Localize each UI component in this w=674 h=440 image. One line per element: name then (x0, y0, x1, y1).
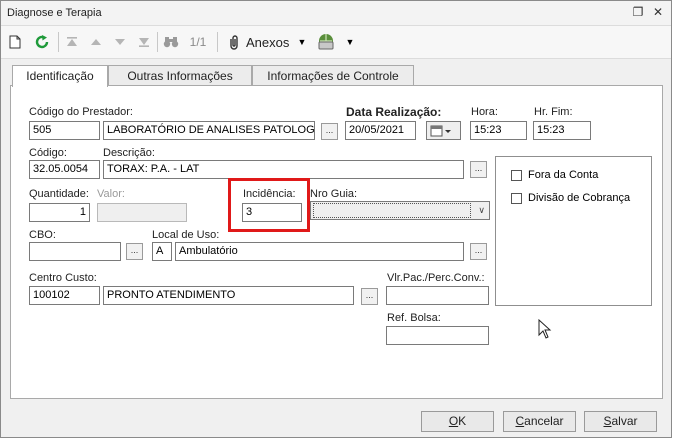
anexos-button[interactable]: Anexos (246, 33, 294, 51)
cbo-lookup-button[interactable]: ... (126, 243, 143, 260)
codigo-prestador-label: Código do Prestador: (29, 106, 133, 118)
vlr-pac-field[interactable] (386, 286, 489, 305)
tab-container: Identificação Outras Informações Informa… (10, 65, 664, 399)
tab-outras-informacoes[interactable]: Outras Informações (108, 65, 252, 85)
last-record-icon[interactable] (136, 33, 152, 51)
codigo-label: Código: (29, 147, 67, 159)
incidencia-field[interactable]: 3 (242, 203, 302, 222)
toolbar: 1/1 Anexos ▼ ▼ (1, 26, 671, 59)
calendar-icon (430, 125, 451, 137)
nro-guia-combo[interactable]: ∨ (310, 201, 490, 220)
divisao-cobranca-checkbox[interactable]: Divisão de Cobrança (511, 192, 630, 204)
close-icon[interactable]: ✕ (651, 5, 665, 19)
descricao-lookup-button[interactable]: ... (470, 161, 487, 178)
first-record-icon[interactable] (64, 33, 80, 51)
printer-globe-icon[interactable] (315, 33, 337, 51)
paperclip-icon[interactable] (225, 33, 243, 51)
hr-fim-label: Hr. Fim: (534, 106, 573, 118)
new-document-icon[interactable] (7, 33, 23, 51)
vlr-pac-label: Vlr.Pac./Perc.Conv.: (387, 272, 485, 284)
restore-icon[interactable]: ❐ (631, 5, 645, 19)
cbo-label: CBO: (29, 229, 56, 241)
prestador-nome-field[interactable]: LABORATÓRIO DE ANALISES PATOLOGI (103, 121, 315, 140)
ref-bolsa-field[interactable] (386, 326, 489, 345)
divisao-cobranca-box[interactable] (511, 192, 522, 204)
cbo-field[interactable] (29, 242, 121, 261)
valor-field (97, 203, 187, 222)
nro-guia-label: Nro Guia: (310, 188, 358, 200)
data-realizacao-field[interactable]: 20/05/2021 (345, 121, 416, 140)
window-title: Diagnose e Terapia (7, 7, 102, 19)
centro-custo-lookup-button[interactable]: ... (361, 288, 378, 305)
local-uso-field[interactable]: Ambulatório (175, 242, 464, 261)
print-dropdown-icon[interactable]: ▼ (345, 33, 355, 51)
local-uso-lookup-button[interactable]: ... (470, 243, 487, 260)
fora-conta-box[interactable] (511, 169, 522, 181)
next-record-icon[interactable] (112, 33, 128, 51)
divisao-cobranca-label: Divisão de Cobrança (528, 192, 631, 204)
cancelar-button[interactable]: Cancelar (503, 411, 576, 432)
mouse-cursor-icon (538, 319, 552, 339)
previous-record-icon[interactable] (88, 33, 104, 51)
local-uso-label: Local de Uso: (152, 229, 220, 241)
hora-field[interactable]: 15:23 (470, 121, 527, 140)
descricao-field[interactable]: TORAX: P.A. - LAT (103, 160, 464, 179)
ref-bolsa-label: Ref. Bolsa: (387, 312, 441, 324)
record-counter: 1/1 (189, 35, 207, 49)
fora-conta-label: Fora da Conta (528, 169, 599, 181)
quantidade-label: Quantidade: (29, 188, 89, 200)
valor-label: Valor: (97, 188, 125, 200)
hora-label: Hora: (471, 106, 498, 118)
centro-custo-label: Centro Custo: (29, 272, 97, 284)
local-uso-code-field[interactable]: A (152, 242, 172, 261)
quantidade-field[interactable]: 1 (29, 203, 90, 222)
dialog-window: Diagnose e Terapia ❐ ✕ 1/1 Anexos ▼ ▼ Id… (0, 0, 672, 438)
tab-informacoes-controle[interactable]: Informações de Controle (252, 65, 414, 85)
ok-button[interactable]: OK (421, 411, 494, 432)
fora-conta-checkbox[interactable]: Fora da Conta (511, 169, 598, 181)
identificacao-panel: Código do Prestador: 505 LABORATÓRIO DE … (10, 85, 663, 399)
title-bar: Diagnose e Terapia ❐ ✕ (1, 1, 671, 26)
calendar-dropdown[interactable] (426, 121, 461, 140)
data-realizacao-label: Data Realização: (346, 105, 442, 119)
chevron-down-icon: ∨ (478, 205, 485, 215)
binoculars-icon[interactable] (162, 33, 180, 51)
hr-fim-field[interactable]: 15:23 (533, 121, 591, 140)
codigo-field[interactable]: 32.05.0054 (29, 160, 100, 179)
descricao-label: Descrição: (103, 147, 155, 159)
centro-custo-code-field[interactable]: 100102 (29, 286, 100, 305)
anexos-dropdown-icon[interactable]: ▼ (297, 33, 307, 51)
codigo-prestador-field[interactable]: 505 (29, 121, 100, 140)
incidencia-label: Incidência: (243, 188, 296, 200)
salvar-button[interactable]: Salvar (584, 411, 657, 432)
prestador-lookup-button[interactable]: ... (321, 123, 338, 140)
tab-identificacao[interactable]: Identificação (12, 65, 108, 87)
centro-custo-field[interactable]: PRONTO ATENDIMENTO (103, 286, 354, 305)
refresh-icon[interactable] (33, 33, 51, 51)
